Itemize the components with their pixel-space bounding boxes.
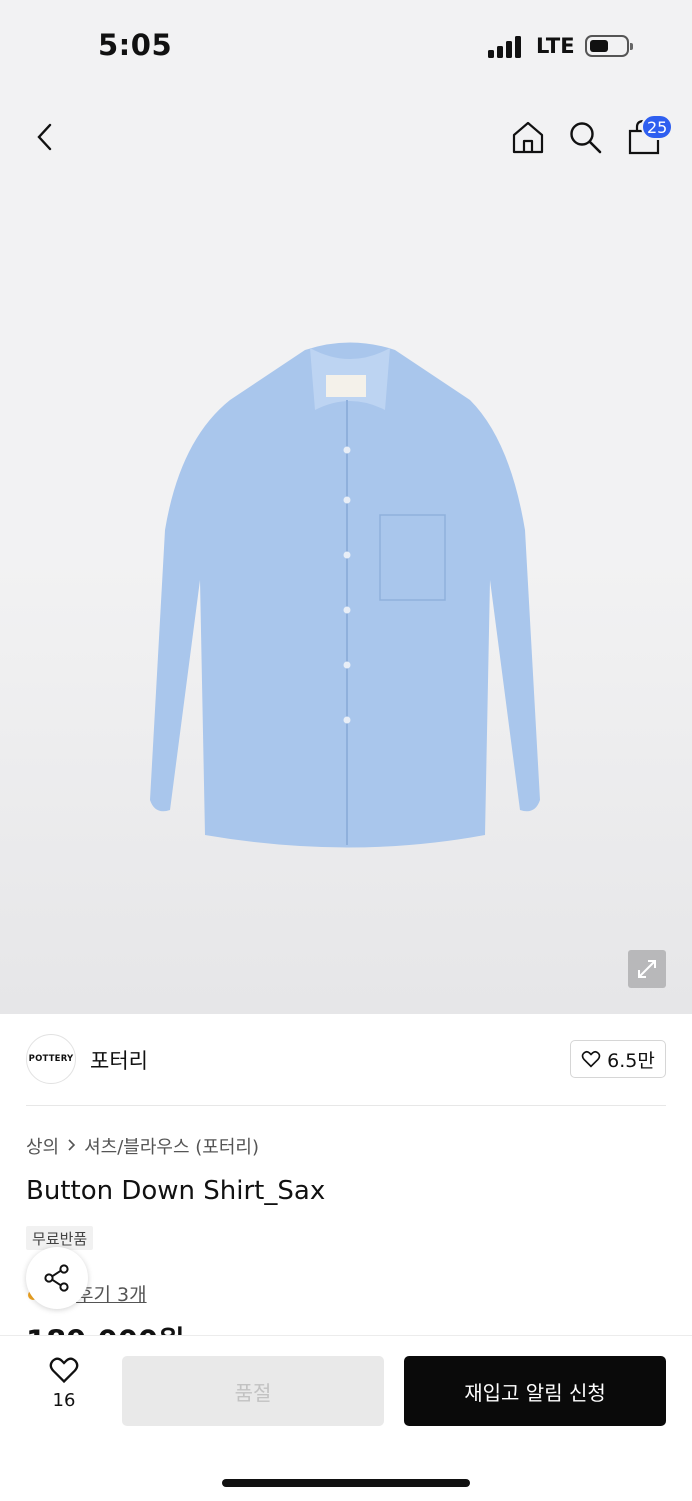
home-button[interactable] (505, 114, 551, 160)
home-indicator (222, 1479, 470, 1487)
chevron-left-icon (37, 123, 52, 151)
breadcrumb-subcategory[interactable]: 셔츠/블라우스 (포터리) (84, 1133, 259, 1159)
brand-like-count: 6.5만 (607, 1049, 655, 1072)
heart-icon (581, 1050, 601, 1068)
home-icon (512, 121, 544, 154)
search-icon (570, 122, 602, 154)
chevron-right-icon (67, 1136, 76, 1157)
share-icon (44, 1264, 69, 1292)
brand-row: POTTERY 포터리 6.5만 (26, 1034, 666, 1086)
signal-icon (488, 36, 524, 58)
search-button[interactable] (562, 114, 608, 160)
network-label: LTE (536, 34, 575, 58)
product-image[interactable] (140, 330, 560, 870)
status-bar: 5:05 LTE (0, 0, 692, 92)
brand-logo[interactable]: POTTERY (26, 1034, 76, 1084)
expand-icon (638, 960, 656, 978)
share-button[interactable] (26, 1247, 88, 1309)
back-button[interactable] (22, 114, 68, 160)
wishlist-button[interactable]: 16 (36, 1356, 92, 1420)
heart-icon (49, 1357, 79, 1384)
status-time: 5:05 (98, 28, 173, 62)
breadcrumb: 상의 셔츠/블라우스 (포터리) (26, 1133, 259, 1159)
cart-count-badge: 25 (641, 114, 674, 140)
battery-icon (585, 35, 633, 57)
product-title: Button Down Shirt_Sax (26, 1176, 326, 1206)
bottom-action-bar: 16 품절 재입고 알림 신청 (0, 1335, 692, 1501)
brand-name[interactable]: 포터리 (90, 1045, 148, 1075)
restock-alert-button[interactable]: 재입고 알림 신청 (404, 1356, 666, 1426)
soldout-button[interactable]: 품절 (122, 1356, 384, 1426)
divider (26, 1105, 666, 1106)
breadcrumb-category[interactable]: 상의 (26, 1133, 59, 1159)
wishlist-count: 16 (52, 1390, 76, 1411)
brand-like-button[interactable]: 6.5만 (570, 1040, 666, 1078)
zoom-button[interactable] (628, 950, 666, 988)
